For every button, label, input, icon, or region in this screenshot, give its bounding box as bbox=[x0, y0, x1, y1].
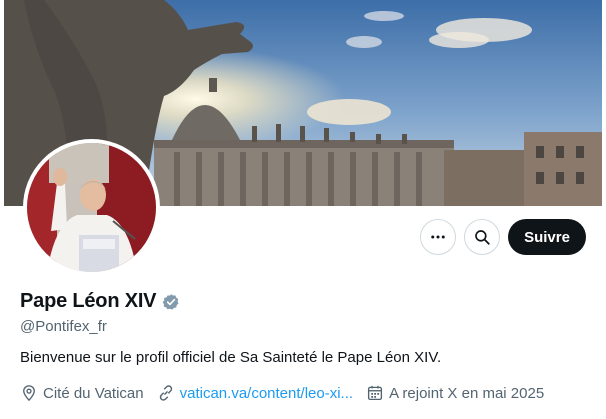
display-name: Pape Léon XIV bbox=[20, 290, 157, 312]
profile-avatar[interactable] bbox=[23, 139, 160, 276]
joined-item: A rejoint X en mai 2025 bbox=[366, 384, 544, 402]
profile-actions: Suivre bbox=[420, 219, 586, 255]
verified-badge-icon[interactable] bbox=[162, 293, 180, 311]
location-pin-icon bbox=[23, 385, 35, 402]
search-icon bbox=[475, 230, 490, 245]
profile-page: Suivre Pape Léon XIV @Pontifex_fr Bienve… bbox=[0, 0, 606, 419]
follow-button[interactable]: Suivre bbox=[508, 219, 586, 255]
calendar-icon bbox=[368, 385, 383, 401]
profile-handle: @Pontifex_fr bbox=[20, 318, 107, 335]
avatar-image bbox=[27, 143, 156, 272]
joined-text: A rejoint X en mai 2025 bbox=[389, 384, 545, 402]
website-item[interactable]: vatican.va/content/leo-xi... bbox=[157, 384, 353, 402]
location-item: Cité du Vatican bbox=[20, 384, 144, 402]
location-text: Cité du Vatican bbox=[43, 384, 144, 402]
link-icon bbox=[159, 385, 172, 401]
search-button[interactable] bbox=[464, 219, 500, 255]
name-row: Pape Léon XIV bbox=[20, 290, 180, 313]
profile-meta: Cité du Vatican vatican.va/content/leo-x… bbox=[20, 384, 557, 402]
website-link[interactable]: vatican.va/content/leo-xi... bbox=[180, 385, 353, 402]
profile-bio: Bienvenue sur le profil officiel de Sa S… bbox=[20, 349, 442, 366]
more-horizontal-icon bbox=[431, 235, 445, 239]
more-button[interactable] bbox=[420, 219, 456, 255]
